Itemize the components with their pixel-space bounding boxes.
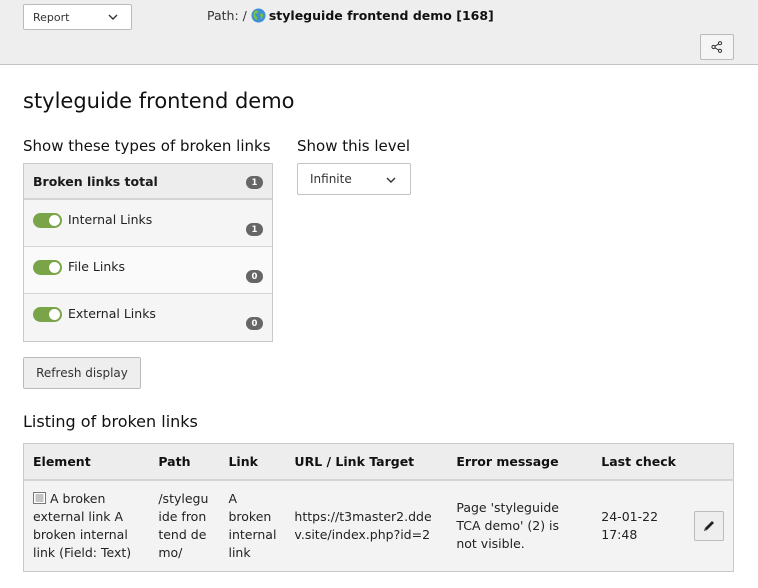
types-section-label: Show these types of broken links — [23, 137, 271, 155]
globe-icon — [251, 8, 266, 23]
content-element-icon — [33, 491, 46, 504]
pencil-icon — [704, 519, 715, 531]
cell-element: A broken external link A broken internal… — [24, 480, 150, 572]
module-function-value: Report — [33, 10, 70, 24]
element-text: A broken external link A broken internal… — [33, 490, 132, 560]
count-badge: 0 — [246, 270, 263, 283]
share-icon — [711, 41, 723, 53]
count-badge: 1 — [246, 176, 263, 189]
edit-button[interactable] — [694, 510, 724, 541]
module-function-select[interactable]: Report — [23, 4, 132, 30]
current-page[interactable]: styleguide frontend demo [168] — [269, 8, 494, 23]
link-type-internal: Internal Links 1 — [24, 200, 272, 247]
cell-path: /styleguide frontend demo/ — [158, 490, 209, 560]
column-header: Error message — [447, 443, 593, 481]
link-type-file: File Links 0 — [24, 247, 272, 294]
docheader: Report Path: / styleguide frontend demo … — [0, 0, 758, 65]
cell-url[interactable]: https://t3master2.ddev.site/index.php?id… — [285, 480, 447, 572]
link-type-label: Internal Links — [68, 212, 153, 227]
broken-links-table: Element Path Link URL / Link Target Erro… — [23, 443, 734, 572]
path-prefix: Path: / — [207, 8, 247, 23]
column-header: Path — [149, 443, 220, 481]
level-select[interactable]: Infinite — [297, 163, 411, 195]
chevron-down-icon — [386, 177, 396, 183]
column-header: Last check — [592, 443, 685, 481]
breadcrumb: Path: / styleguide frontend demo [168] — [207, 8, 494, 23]
column-header-actions — [685, 443, 734, 481]
broken-links-total: Broken links total 1 — [24, 164, 272, 200]
level-section-label: Show this level — [297, 137, 411, 155]
cell-link: A broken internal link — [228, 490, 277, 560]
count-badge: 1 — [246, 223, 263, 236]
chevron-down-icon — [108, 14, 118, 20]
level-select-value: Infinite — [310, 172, 352, 186]
link-type-label: External Links — [68, 306, 156, 321]
count-badge: 0 — [246, 317, 263, 330]
cell-error-message: Page 'styleguide TCA demo' (2) is not vi… — [456, 499, 560, 551]
broken-links-total-label: Broken links total — [33, 173, 158, 189]
external-links-toggle[interactable] — [33, 307, 62, 322]
page-title: styleguide frontend demo — [23, 89, 295, 113]
internal-links-toggle[interactable] — [33, 213, 62, 228]
link-type-label: File Links — [68, 259, 126, 274]
file-links-toggle[interactable] — [33, 260, 62, 275]
refresh-display-button[interactable]: Refresh display — [23, 357, 141, 389]
listing-title: Listing of broken links — [23, 412, 198, 431]
link-type-external: External Links 0 — [24, 294, 272, 341]
column-header: Element — [23, 443, 150, 481]
column-header: URL / Link Target — [285, 443, 448, 481]
cell-last-check: 24-01-22 17:48 — [601, 508, 659, 542]
column-header: Link — [219, 443, 286, 481]
cell-actions — [685, 480, 734, 572]
table-header-row: Element Path Link URL / Link Target Erro… — [23, 443, 734, 481]
share-button[interactable] — [700, 34, 734, 60]
table-row: A broken external link A broken internal… — [24, 480, 734, 572]
link-types-panel: Broken links total 1 Internal Links 1 Fi… — [23, 163, 273, 342]
